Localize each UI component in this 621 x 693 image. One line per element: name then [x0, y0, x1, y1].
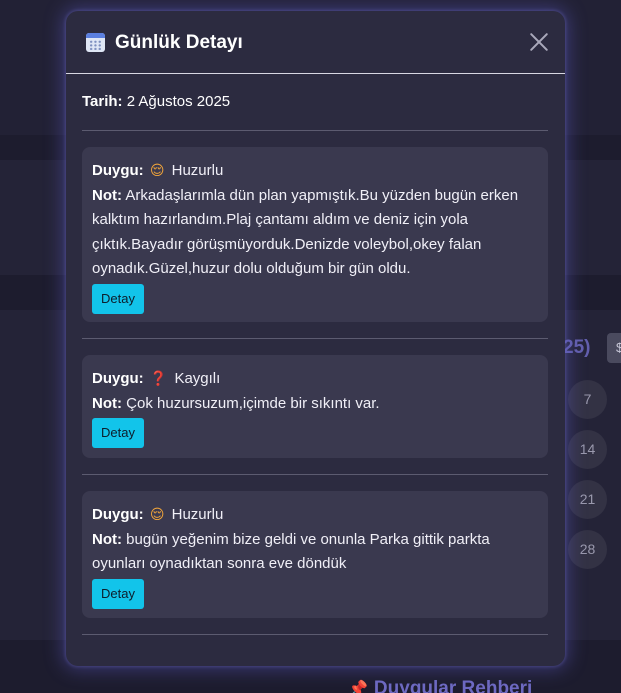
calendar-day[interactable]: 21: [568, 480, 607, 519]
section-heading-text: Duygular Rehberi: [373, 678, 533, 693]
note-label: Not:: [92, 530, 122, 548]
note-label: Not:: [92, 394, 122, 412]
note-row: Not: bugün yeğenim bize geldi ve onunla …: [92, 528, 538, 577]
calendar-day[interactable]: 28: [568, 530, 607, 569]
note-label: Not:: [92, 186, 122, 204]
close-icon[interactable]: [528, 31, 550, 53]
entry-date: Tarih: 2 Ağustos 2025: [82, 93, 230, 110]
calendar-nav-button[interactable]: $: [607, 333, 621, 363]
mood-row: Duygu: ❓ Kaygılı: [92, 367, 538, 392]
relieved-face-icon: 😌: [149, 507, 165, 523]
modal-header: Günlük Detayı: [66, 11, 565, 74]
divider: [82, 130, 548, 131]
diary-entry-card: Duygu: 😌 Huzurlu Not: bugün yeğenim bize…: [82, 491, 548, 618]
note-row: Not: Çok huzursuzum,içimde bir sıkıntı v…: [92, 392, 538, 417]
divider: [82, 634, 548, 635]
calendar-month-heading-fragment: 25): [563, 337, 591, 358]
note-row: Not: Arkadaşlarımla dün plan yapmıştık.B…: [92, 184, 538, 282]
divider: [82, 338, 548, 339]
mood-label: Duygu:: [92, 370, 144, 387]
mood-value: Huzurlu: [171, 506, 224, 523]
divider: [82, 474, 548, 475]
relieved-face-icon: 😌: [149, 163, 165, 179]
mood-value: Kaygılı: [174, 370, 221, 387]
note-text: Çok huzursuzum,içimde bir sıkıntı var.: [126, 394, 380, 412]
detail-button[interactable]: Detay: [92, 283, 144, 314]
mood-row: Duygu: 😌 Huzurlu: [92, 503, 538, 528]
section-heading: 📌 Duygular Rehberi: [348, 678, 532, 693]
mood-value: Huzurlu: [171, 162, 224, 179]
mood-row: Duygu: 😌 Huzurlu: [92, 159, 538, 184]
mood-label: Duygu:: [92, 162, 144, 179]
note-text: bugün yeğenim bize geldi ve onunla Parka…: [92, 530, 490, 573]
note-text: Arkadaşlarımla dün plan yapmıştık.Bu yüz…: [92, 186, 519, 278]
modal-title: Günlük Detayı: [115, 32, 243, 53]
calendar-day[interactable]: 7: [568, 380, 607, 419]
question-mark-icon: ❓: [149, 371, 168, 387]
pushpin-icon: 📌: [348, 681, 368, 693]
diary-entry-card: Duygu: ❓ Kaygılı Not: Çok huzursuzum,içi…: [82, 355, 548, 458]
calendar-icon: [86, 33, 105, 52]
mood-label: Duygu:: [92, 506, 144, 523]
detail-button[interactable]: Detay: [92, 578, 144, 609]
diary-detail-modal: Günlük Detayı Tarih: 2 Ağustos 2025 Duyg…: [66, 11, 565, 666]
date-value: 2 Ağustos 2025: [126, 93, 231, 110]
detail-button[interactable]: Detay: [92, 418, 144, 448]
diary-entry-card: Duygu: 😌 Huzurlu Not: Arkadaşlarımla dün…: [82, 147, 548, 322]
calendar-day[interactable]: 14: [568, 430, 607, 469]
date-label: Tarih:: [82, 93, 123, 110]
